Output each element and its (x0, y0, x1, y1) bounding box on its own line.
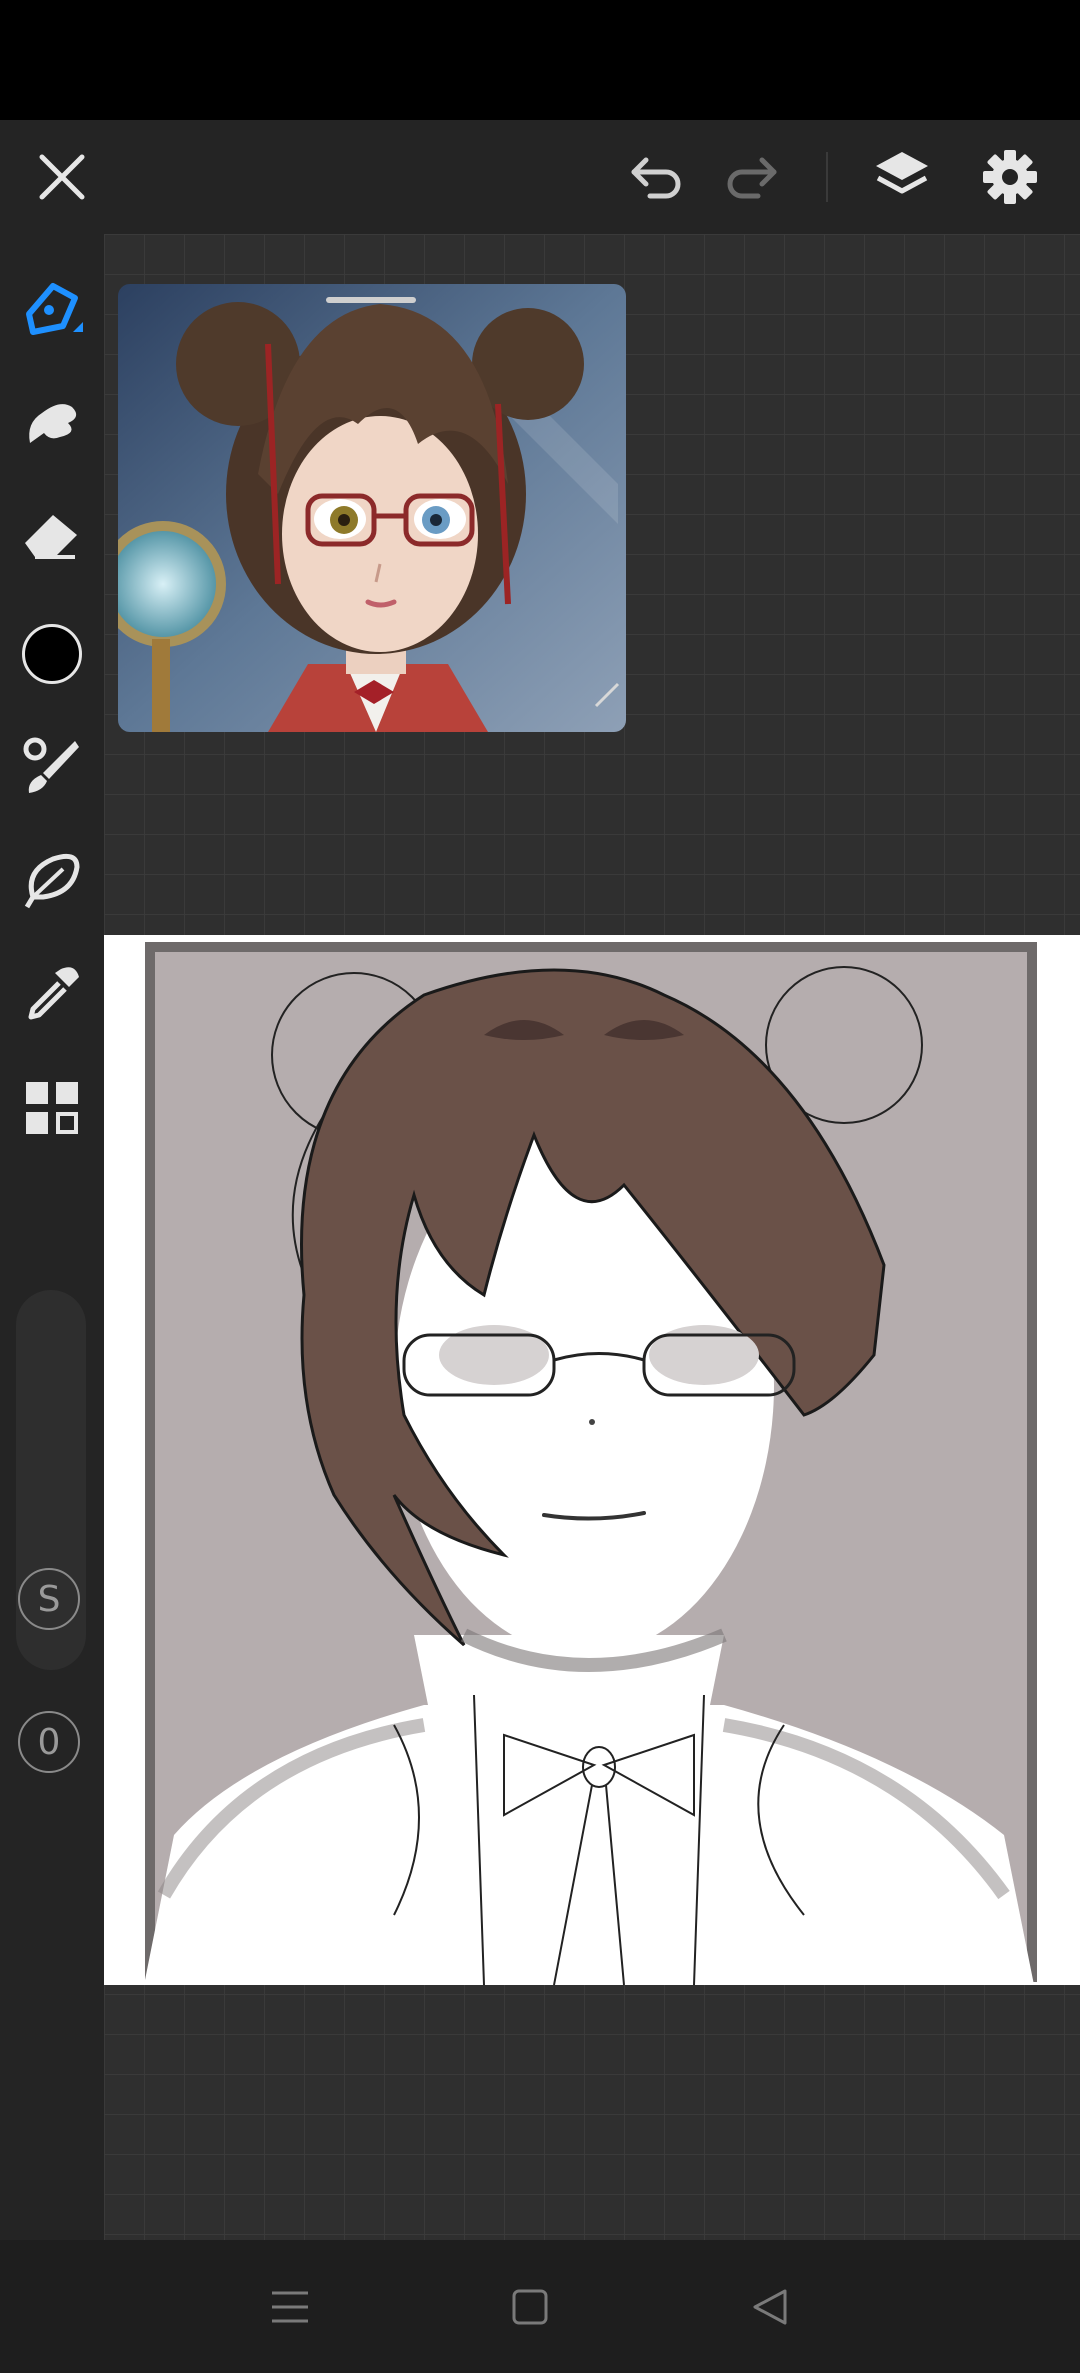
undo-icon[interactable] (606, 120, 706, 234)
left-toolbar: S 0 (0, 234, 104, 2240)
color-swatch[interactable] (0, 606, 104, 702)
reference-drag-handle[interactable] (326, 297, 416, 303)
eraser-tool[interactable] (0, 487, 104, 583)
reference-image-panel[interactable] (118, 284, 626, 732)
status-bar (0, 0, 1080, 120)
reference-image (118, 284, 626, 732)
opacity-button[interactable]: 0 (18, 1711, 80, 1773)
layers-icon[interactable] (852, 120, 952, 234)
close-icon[interactable] (12, 120, 112, 234)
lasso-tool[interactable] (0, 830, 104, 926)
drawing-canvas[interactable] (104, 935, 1080, 1985)
toolbar-divider (826, 152, 828, 202)
pen-tool[interactable] (0, 261, 104, 357)
gear-icon[interactable] (960, 120, 1060, 234)
sketch-artwork (144, 942, 1037, 1985)
redo-icon[interactable] (702, 120, 802, 234)
eyedropper-tool[interactable] (0, 944, 104, 1040)
top-toolbar (0, 120, 1080, 234)
brush-tool[interactable] (0, 718, 104, 814)
layouts-tool[interactable] (0, 1060, 104, 1156)
smudge-tool[interactable] (0, 375, 104, 471)
back-icon[interactable] (710, 2240, 830, 2373)
home-icon[interactable] (470, 2240, 590, 2373)
system-nav-bar (0, 2240, 1080, 2373)
menu-icon[interactable] (230, 2240, 350, 2373)
size-button[interactable]: S (18, 1568, 80, 1630)
